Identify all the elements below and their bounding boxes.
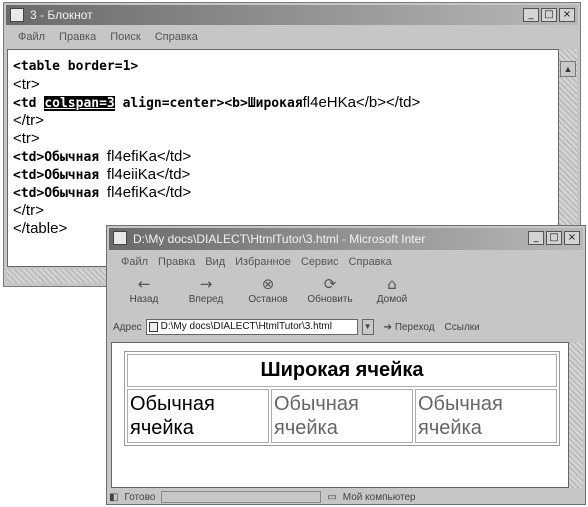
- code-line: <td colspan=3 align=center><b>Широкаяfl4…: [13, 94, 420, 112]
- address-dropdown-icon[interactable]: ▼: [361, 319, 374, 335]
- status-text: Готово: [124, 491, 156, 503]
- code-line: <td>Обычная fl4efiKa</td>: [13, 184, 191, 202]
- code-fragment: Широкая: [247, 96, 303, 111]
- browser-title: D:\My docs\DIALECT\HtmlTutor\3.html - Mi…: [133, 232, 426, 246]
- browser-toolbar: ← Назад → Вперед ⊗ Останов ⟳ Обновить ⌂ Домой: [109, 274, 583, 314]
- stop-icon: ⊗: [261, 275, 275, 293]
- wide-cell: Широкая ячейка: [127, 354, 557, 387]
- menu-file[interactable]: Файл: [18, 31, 45, 43]
- menu-tools[interactable]: Сервис: [301, 256, 339, 268]
- code-fragment: fl4efiKa</td>: [106, 184, 192, 201]
- code-line: <table border=1>: [13, 59, 139, 74]
- home-icon: ⌂: [387, 275, 397, 293]
- notepad-app-icon: [10, 8, 24, 22]
- ie-app-icon: [113, 231, 127, 245]
- normal-cell: Обычная ячейка: [415, 389, 557, 443]
- notepad-menubar: Файл Правка Поиск Справка: [6, 27, 578, 47]
- code-fragment: <td>Обычная: [13, 150, 107, 165]
- status-icon: ◧: [109, 491, 119, 503]
- notepad-title: 3 - Блокнот: [30, 8, 93, 22]
- code-line: <td>Обычная fl4efiKa</td>: [13, 148, 191, 166]
- demo-table: Широкая ячейка Обычная ячейка Обычная яч…: [124, 351, 560, 446]
- minimize-button[interactable]: _: [523, 8, 539, 22]
- code-fragment: <td: [13, 96, 45, 111]
- code-line: </tr>: [13, 112, 44, 129]
- code-fragment: fl4efiKa</td>: [106, 148, 192, 165]
- refresh-button[interactable]: ⟳ Обновить: [301, 274, 359, 314]
- code-line: <tr>: [13, 76, 40, 93]
- back-button[interactable]: ← Назад: [115, 274, 173, 314]
- stop-button[interactable]: ⊗ Останов: [239, 274, 297, 314]
- go-arrow-icon: ➔: [383, 321, 393, 333]
- page-content: Широкая ячейка Обычная ячейка Обычная яч…: [111, 342, 569, 488]
- address-label: Адрес: [113, 321, 142, 333]
- normal-cell: Обычная ячейка: [271, 389, 413, 443]
- stop-label: Останов: [248, 294, 288, 305]
- code-line: <tr>: [13, 130, 40, 147]
- address-input[interactable]: D:\My docs\DIALECT\HtmlTutor\3.html: [145, 319, 358, 335]
- code-fragment: align=center><b>: [114, 96, 248, 111]
- close-button[interactable]: ×: [564, 231, 580, 245]
- code-fragment: fl4eHKa</b></td>: [302, 94, 421, 111]
- links-label[interactable]: Ссылки: [445, 322, 480, 333]
- menu-favorites[interactable]: Избранное: [235, 256, 291, 268]
- forward-label: Вперед: [188, 294, 224, 305]
- forward-button[interactable]: → Вперед: [177, 274, 235, 314]
- forward-arrow-icon: →: [199, 275, 213, 293]
- minimize-button[interactable]: _: [528, 231, 544, 245]
- refresh-icon: ⟳: [323, 275, 337, 293]
- home-label: Домой: [376, 294, 408, 305]
- code-line: <td>Обычная fl4eiiKa</td>: [13, 166, 190, 184]
- status-zone: Мой компьютер: [342, 491, 416, 503]
- maximize-button[interactable]: □: [541, 8, 557, 22]
- menu-help[interactable]: Справка: [155, 31, 198, 43]
- menu-file[interactable]: Файл: [121, 256, 148, 268]
- scroll-up-icon[interactable]: ▲: [560, 61, 576, 77]
- selected-text: colspan=3: [44, 96, 115, 111]
- code-fragment: fl4eiiKa</td>: [106, 166, 191, 183]
- menu-view[interactable]: Вид: [205, 256, 225, 268]
- menu-edit[interactable]: Правка: [158, 256, 195, 268]
- back-arrow-icon: ←: [137, 275, 151, 293]
- go-label: Переход: [394, 321, 435, 333]
- code-fragment: <td>Обычная: [13, 186, 107, 201]
- back-label: Назад: [129, 294, 159, 305]
- browser-titlebar[interactable]: D:\My docs\DIALECT\HtmlTutor\3.html - Mi…: [109, 228, 583, 250]
- status-bar: ◧ Готово ▭ Мой компьютер: [109, 490, 583, 504]
- close-button[interactable]: ×: [559, 8, 575, 22]
- browser-vertical-scrollbar[interactable]: [569, 342, 583, 488]
- home-button[interactable]: ⌂ Домой: [363, 274, 421, 314]
- refresh-label: Обновить: [307, 294, 353, 305]
- page-icon: [148, 322, 158, 332]
- notepad-titlebar[interactable]: 3 - Блокнот _ □ ×: [6, 5, 578, 25]
- browser-menubar: Файл Правка Вид Избранное Сервис Справка: [109, 252, 583, 272]
- computer-icon: ▭: [327, 491, 337, 503]
- browser-window: D:\My docs\DIALECT\HtmlTutor\3.html - Mi…: [106, 225, 586, 505]
- address-bar: Адрес D:\My docs\DIALECT\HtmlTutor\3.htm…: [109, 316, 583, 338]
- normal-cell: Обычная ячейка: [127, 389, 269, 443]
- status-cell: [161, 491, 322, 503]
- code-fragment: <td>Обычная: [13, 168, 107, 183]
- menu-search[interactable]: Поиск: [110, 31, 140, 43]
- address-value: D:\My docs\DIALECT\HtmlTutor\3.html: [160, 321, 332, 332]
- go-button[interactable]: ➔ Переход: [384, 322, 435, 333]
- menu-edit[interactable]: Правка: [59, 31, 96, 43]
- code-line: </tr>: [13, 202, 44, 219]
- code-line: </table>: [13, 220, 68, 237]
- menu-help[interactable]: Справка: [349, 256, 392, 268]
- maximize-button[interactable]: □: [546, 231, 562, 245]
